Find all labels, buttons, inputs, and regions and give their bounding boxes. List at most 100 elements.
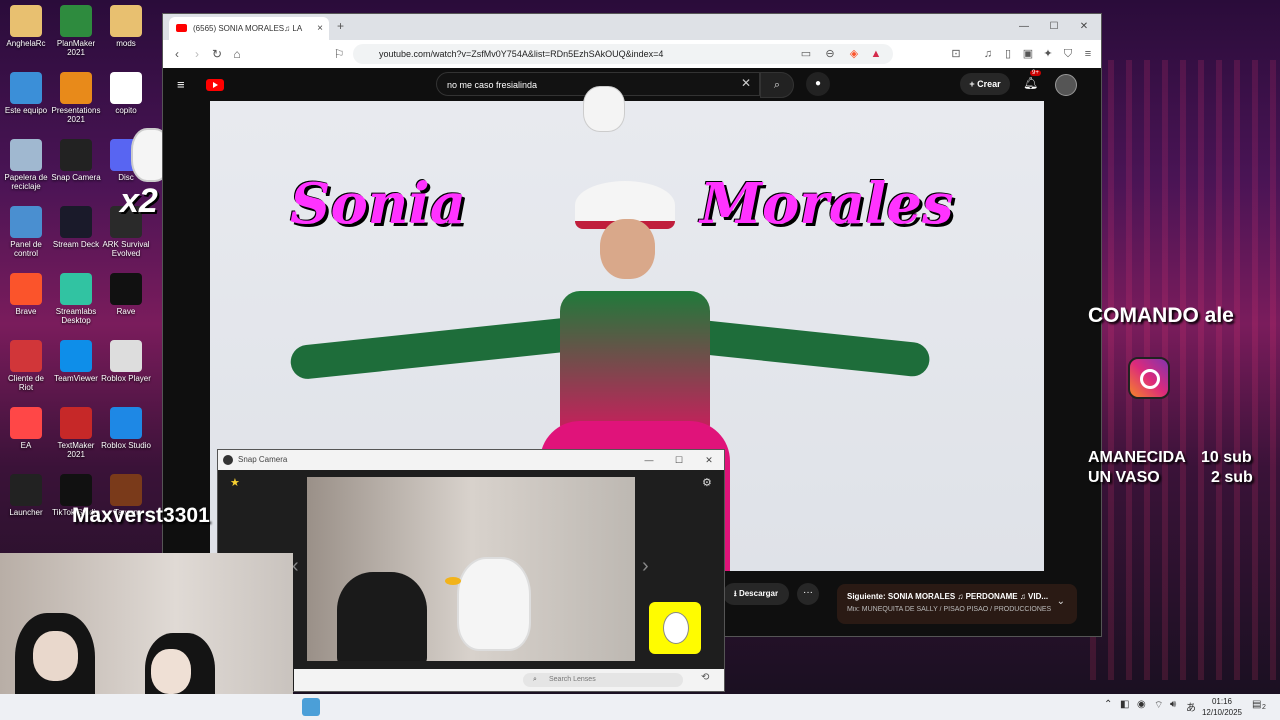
snap-bottom-bar: Search Lenses ⟲ bbox=[294, 669, 724, 691]
desktop-icon[interactable]: TeamViewer bbox=[50, 340, 102, 383]
sidebar-icon[interactable]: ▯ bbox=[1001, 47, 1015, 61]
brave-rewards-icon[interactable]: ▲ bbox=[869, 47, 883, 61]
volume-icon[interactable]: 🔊︎ bbox=[1170, 699, 1176, 710]
desktop-icon[interactable]: copito bbox=[100, 72, 152, 115]
desktop-icon[interactable]: Panel de control bbox=[0, 206, 52, 258]
desktop-icon-label: Streamlabs Desktop bbox=[55, 307, 97, 325]
app-icon bbox=[110, 72, 142, 104]
desktop-icon-label: Rave bbox=[116, 307, 136, 316]
music-icon[interactable]: ♫ bbox=[981, 47, 995, 61]
home-icon[interactable]: ⌂ bbox=[229, 46, 245, 62]
more-options-icon[interactable]: ··· bbox=[797, 583, 819, 605]
snap-minimize-button[interactable]: — bbox=[634, 450, 664, 470]
desktop-icon-label: Panel de control bbox=[10, 240, 42, 258]
app-icon bbox=[110, 5, 142, 37]
snapcode-lens-tile[interactable] bbox=[649, 602, 701, 654]
vpn-icon[interactable]: ⛉ bbox=[1061, 47, 1075, 61]
lens-search-input[interactable]: Search Lenses bbox=[523, 673, 683, 687]
snap-close-button[interactable]: ✕ bbox=[694, 450, 724, 470]
download-label: Descargar bbox=[738, 589, 779, 598]
clear-search-icon[interactable]: ✕ bbox=[741, 76, 751, 90]
desktop-icon[interactable]: TextMaker 2021 bbox=[50, 407, 102, 459]
microphone-icon[interactable]: ● bbox=[806, 72, 830, 96]
up-next-card[interactable]: Siguiente: SONIA MORALES ♫ PERDONAME ♫ V… bbox=[837, 584, 1077, 624]
command-overlay: COMANDO ale bbox=[1088, 304, 1234, 327]
desktop-icon[interactable]: AnghelaRc bbox=[0, 5, 52, 48]
desktop-icon[interactable]: Launcher bbox=[0, 474, 52, 517]
tray-chevron-icon[interactable]: ⌃ bbox=[1104, 699, 1112, 710]
reward1-cost: 10 sub bbox=[1201, 449, 1252, 466]
favorite-star-icon[interactable]: ★ bbox=[230, 476, 240, 489]
desktop-icon-label: Roblox Studio bbox=[101, 441, 151, 450]
cast-icon[interactable]: ▭ bbox=[799, 47, 813, 61]
avatar[interactable] bbox=[1055, 74, 1077, 96]
tray-steam-icon[interactable]: ◉ bbox=[1137, 699, 1146, 710]
desktop-icon[interactable]: PlanMaker 2021 bbox=[50, 5, 102, 57]
forward-icon[interactable]: › bbox=[189, 46, 205, 62]
app-icon bbox=[10, 474, 42, 506]
snap-maximize-button[interactable]: ☐ bbox=[664, 450, 694, 470]
reward2-cost: 2 sub bbox=[1211, 469, 1253, 486]
notification-badge: 9+ bbox=[1030, 70, 1041, 76]
youtube-logo-icon[interactable] bbox=[206, 79, 224, 91]
desktop-icon-label: TextMaker 2021 bbox=[57, 441, 95, 459]
desktop-icon[interactable]: mods bbox=[100, 5, 152, 48]
chevron-down-icon[interactable]: ⌄ bbox=[1057, 596, 1065, 607]
screenshot-icon[interactable]: ⊡ bbox=[949, 47, 963, 61]
leo-icon[interactable]: ✦ bbox=[1041, 47, 1055, 61]
new-tab-button[interactable]: + bbox=[337, 19, 344, 33]
settings-gear-icon[interactable]: ⚙ bbox=[702, 476, 712, 489]
desktop-icon[interactable]: Stream Deck bbox=[50, 206, 102, 249]
create-button[interactable]: + Crear bbox=[960, 73, 1010, 95]
desktop-icon[interactable]: Papelera de reciclaje bbox=[0, 139, 52, 191]
desktop-icon[interactable]: Roblox Studio bbox=[100, 407, 152, 450]
desktop-icon-label: copito bbox=[115, 106, 137, 115]
language-icon[interactable]: あ bbox=[1186, 699, 1196, 714]
tray-app-icon[interactable]: ◧ bbox=[1120, 699, 1129, 710]
app-icon bbox=[10, 273, 42, 305]
brave-shield-icon[interactable]: ◈ bbox=[847, 47, 861, 61]
back-icon[interactable]: ‹ bbox=[169, 46, 185, 62]
close-window-button[interactable]: ✕ bbox=[1069, 14, 1099, 40]
wallet-icon[interactable]: ▣ bbox=[1021, 47, 1035, 61]
lens-search-placeholder: Search Lenses bbox=[549, 676, 596, 683]
desktop-icon[interactable]: Presentations 2021 bbox=[50, 72, 102, 124]
reload-icon[interactable]: ↻ bbox=[209, 46, 225, 62]
prev-lens-arrow-icon[interactable]: ‹ bbox=[292, 555, 299, 578]
desktop-icon[interactable]: Roblox Player bbox=[100, 340, 152, 383]
desktop-icon[interactable]: Cliente de Riot bbox=[0, 340, 52, 392]
desktop-icon-label: EA bbox=[20, 441, 32, 450]
up-next-subtitle: Mix: MUÑEQUITA DE SALLY / PISAO PISAO / … bbox=[847, 606, 1052, 613]
app-icon bbox=[60, 139, 92, 171]
desktop-icon[interactable]: Snap Camera bbox=[50, 139, 102, 182]
history-icon[interactable]: ⟲ bbox=[701, 672, 709, 683]
snap-window-title: Snap Camera bbox=[238, 455, 288, 464]
zoom-icon[interactable]: ⊖ bbox=[823, 47, 837, 61]
wifi-icon[interactable]: ⌔ bbox=[1154, 699, 1163, 712]
app-icon bbox=[60, 206, 92, 238]
desktop-icon[interactable]: Streamlabs Desktop bbox=[50, 273, 102, 325]
menu-icon[interactable]: ≡ bbox=[1081, 47, 1095, 61]
taskbar-app-icon[interactable] bbox=[302, 698, 320, 716]
clock[interactable]: 01:16 12/10/2025 bbox=[1202, 696, 1242, 718]
notification-center-icon[interactable]: ▤ bbox=[1252, 699, 1261, 710]
desktop-icon-label: Launcher bbox=[9, 508, 43, 517]
app-icon bbox=[110, 407, 142, 439]
minimize-button[interactable]: — bbox=[1009, 14, 1039, 40]
bookmark-icon[interactable]: ⚐ bbox=[331, 46, 347, 62]
tab-youtube[interactable]: (6565) SONIA MORALES♫ LA × bbox=[169, 17, 329, 40]
desktop-icon[interactable]: Este equipo bbox=[0, 72, 52, 115]
maximize-button[interactable]: ☐ bbox=[1039, 14, 1069, 40]
next-lens-arrow-icon[interactable]: › bbox=[642, 555, 649, 578]
search-icon[interactable]: ⌕ bbox=[760, 72, 794, 98]
hamburger-icon[interactable]: ≡ bbox=[177, 77, 185, 92]
tab-close-icon[interactable]: × bbox=[317, 17, 323, 40]
desktop-icon[interactable]: Rave bbox=[100, 273, 152, 316]
app-icon bbox=[10, 206, 42, 238]
snap-camera-window: Snap Camera — ☐ ✕ ★ ⚙ ‹ › Search Lenses … bbox=[217, 449, 725, 692]
search-query: no me caso fresialinda bbox=[447, 80, 538, 90]
download-button[interactable]: ⭳ Descargar bbox=[723, 583, 789, 605]
desktop-icon[interactable]: EA bbox=[0, 407, 52, 450]
desktop-icon[interactable]: Brave bbox=[0, 273, 52, 316]
notifications-bell-icon[interactable]: 🔔︎ bbox=[1023, 76, 1038, 90]
